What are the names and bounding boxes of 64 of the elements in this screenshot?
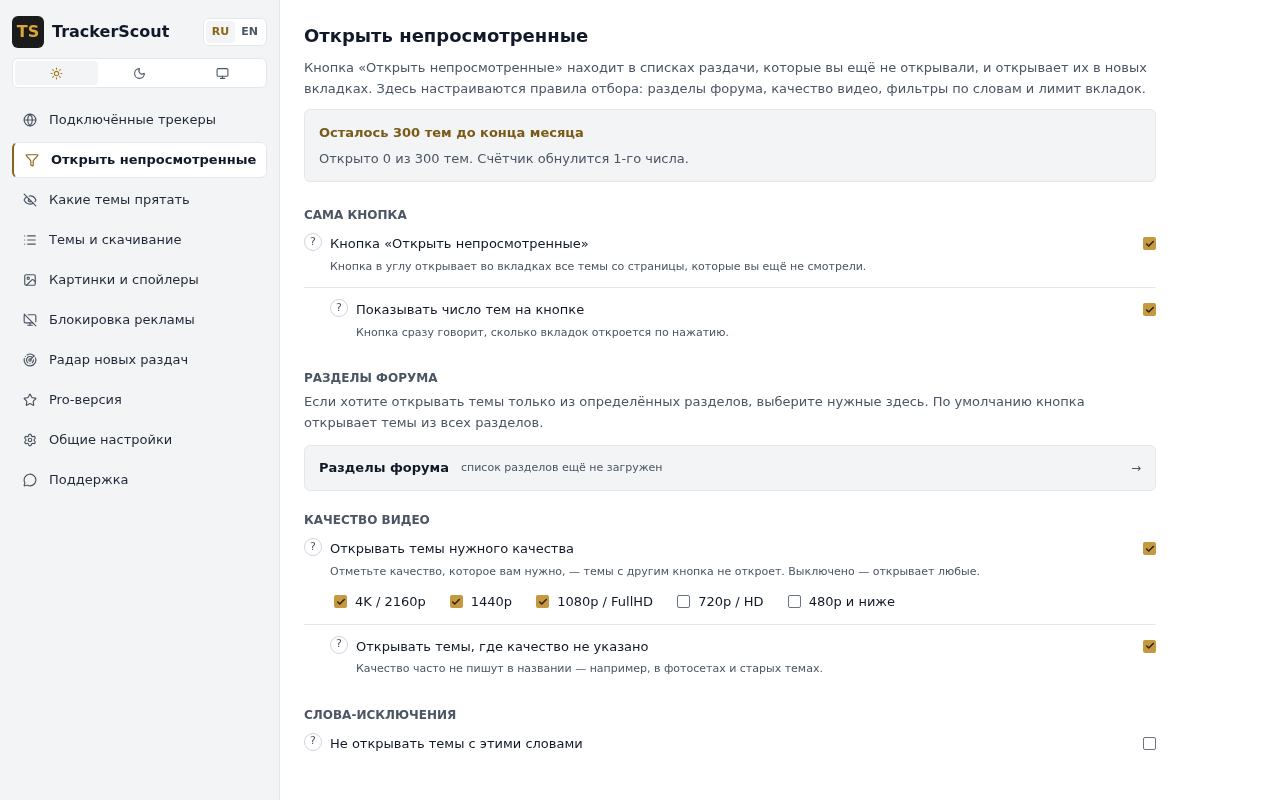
option-label: 480p и ниже: [808, 593, 896, 611]
app-name: TrackerScout: [52, 21, 170, 43]
section-heading: КАЧЕСТВО ВИДЕО: [304, 512, 431, 529]
option-label: 1080p / FullHD: [557, 593, 654, 611]
radar-icon: [23, 353, 37, 367]
checkbox[interactable]: [787, 595, 801, 609]
monitor-icon: [216, 66, 229, 80]
settings-icon: [23, 433, 37, 447]
arrow-icon: →: [1130, 459, 1141, 477]
checkbox[interactable]: [677, 595, 691, 609]
nav-item[interactable]: Общие настройки: [12, 422, 267, 458]
checkbox[interactable]: [1143, 639, 1156, 653]
image-icon: [23, 273, 37, 287]
nav-item[interactable]: Темы и скачивание: [12, 222, 267, 258]
setting-label: Открывать темы, где качество не указано: [356, 637, 649, 656]
picker-label: Разделы форума: [319, 459, 449, 478]
section-heading: РАЗДЕЛЫ ФОРУМА: [304, 370, 439, 387]
setting-hint: Отметьте качество, которое вам нужно, — темы с другим кнопка не откроет. Выключено — открывает любые.: [330, 563, 982, 580]
sun-icon: [50, 66, 63, 80]
section-heading: СЛОВА-ИСКЛЮЧЕНИЯ: [304, 706, 458, 724]
nav-item[interactable]: Картинки и спойлеры: [12, 262, 267, 298]
quota-title: Осталось 300 тем до конца месяца: [319, 124, 585, 142]
setting-label: Показывать число тем на кнопке: [356, 301, 585, 319]
nav-item[interactable]: Поддержка: [12, 462, 267, 498]
star-icon: [23, 393, 37, 407]
option-label: 4K / 2160p: [355, 593, 426, 611]
nav-item[interactable]: Блокировка рекламы: [12, 302, 267, 338]
forum-sections-picker[interactable]: Разделы форума список разделов ещё не загружен →: [304, 445, 1156, 491]
option-label: 720p / HD: [698, 593, 764, 611]
quota-text: Открыто 0 из 300 тем. Счётчик обнулится 1-го числа.: [319, 149, 690, 168]
setting-label: Кнопка «Открыть непросмотренные»: [330, 235, 589, 253]
language-tab[interactable]: RU: [205, 20, 236, 44]
page-description: Кнопка «Открыть непросмотренные» находит в списках раздачи, которые вы ещё не открывали, и открывает их в новых вкладках. Здесь настраиваются правила отбора: разделы форума, качество видео, фильтры по словам и лимит вкладок.: [304, 59, 1148, 98]
picker-value: список разделов ещё не загружен: [461, 459, 663, 476]
chat-icon: [23, 473, 37, 487]
filter-icon: [25, 153, 39, 167]
nav-item[interactable]: Открыть непросмотренные: [12, 142, 267, 178]
language-tab[interactable]: EN: [235, 20, 264, 44]
setting-hint: Кнопка в углу открывает во вкладках все темы со страницы, которые вы ещё не смотрели.: [330, 258, 868, 275]
moon-icon: [133, 66, 146, 80]
setting-label: Открывать темы нужного качества: [330, 540, 575, 558]
checkbox[interactable]: [334, 595, 347, 609]
crossed-screen-icon: [23, 313, 37, 327]
nav-item[interactable]: Радар новых раздач: [12, 342, 267, 378]
app-logo: TS: [12, 16, 44, 48]
setting-label: Не открывать темы с этими словами: [330, 734, 583, 753]
nav-item[interactable]: Какие темы прятать: [12, 182, 267, 218]
section-description: Если хотите открывать темы только из определённых разделов, выберите нужные здесь. По умолчанию кнопка открывает темы из всех разделов.: [304, 393, 1086, 432]
checkbox[interactable]: [449, 595, 463, 609]
section-heading: САМА КНОПКА: [304, 207, 408, 224]
setting-hint: Качество часто не пишут в названии — например, в фотосетах и старых темах.: [356, 661, 824, 677]
eye-off-icon: [23, 193, 37, 207]
checkbox[interactable]: [1143, 542, 1156, 556]
checkbox[interactable]: [1143, 303, 1156, 317]
nav-item[interactable]: Подключённые трекеры: [12, 102, 267, 138]
checkbox[interactable]: [1143, 237, 1156, 251]
page-title: Открыть непросмотренные: [304, 24, 590, 48]
globe-icon: [23, 113, 37, 127]
setting-hint: Кнопка сразу говорит, сколько вкладок откроется по нажатию.: [356, 324, 730, 341]
nav-item[interactable]: Pro-версия: [12, 382, 267, 418]
checkbox[interactable]: [536, 595, 550, 609]
list-icon: [23, 233, 37, 247]
checkbox[interactable]: [1143, 736, 1156, 750]
option-label: 1440p: [470, 593, 513, 611]
